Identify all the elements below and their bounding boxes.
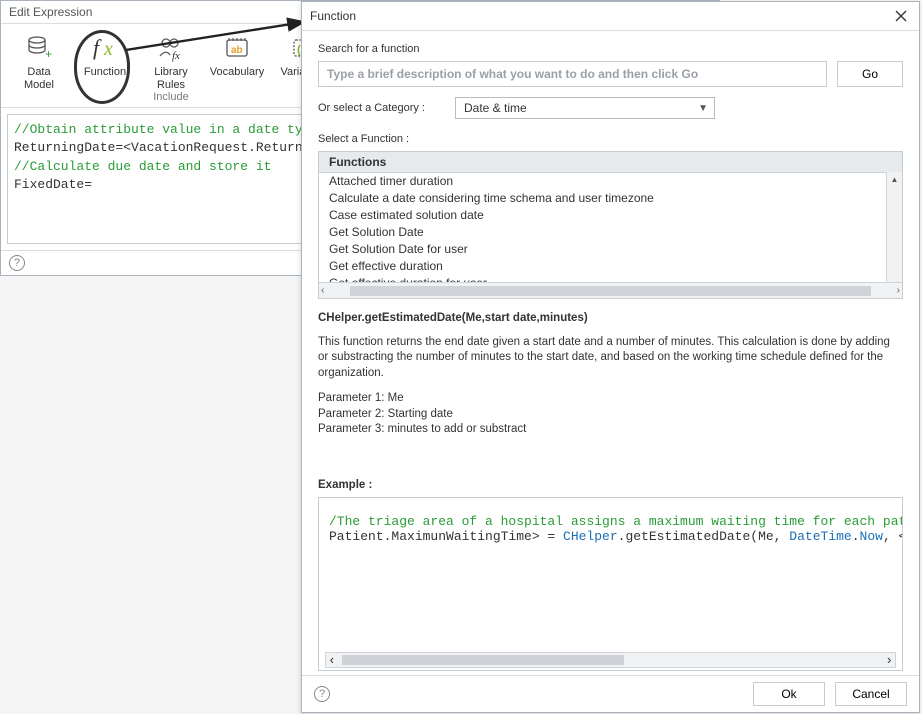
toolbar-library-rules[interactable]: fx Library Rules: [145, 32, 197, 91]
vocabulary-icon: ab: [221, 32, 253, 64]
function-param: Parameter 1: Me: [318, 391, 903, 407]
toolbar-data-model[interactable]: + Data Model: [13, 32, 65, 91]
example-horizontal-scrollbar[interactable]: ‹ ›: [325, 652, 896, 668]
chevron-down-icon: ▼: [698, 103, 708, 114]
list-vertical-scrollbar[interactable]: ▲: [886, 172, 902, 282]
close-icon: [895, 10, 907, 22]
example-dot: .: [852, 529, 860, 544]
cancel-button[interactable]: Cancel: [835, 682, 907, 706]
category-value: Date & time: [464, 101, 527, 115]
search-label: Search for a function: [318, 43, 903, 55]
svg-text:+: +: [45, 47, 52, 61]
ok-button[interactable]: Ok: [753, 682, 825, 706]
svg-text:ab: ab: [231, 45, 243, 56]
category-combobox[interactable]: Date & time ▼: [455, 97, 715, 119]
function-list-item[interactable]: Get Solution Date for user: [319, 241, 902, 258]
function-list-header: Functions: [319, 152, 902, 173]
function-list-item[interactable]: Get effective duration: [319, 258, 902, 275]
function-dialog-title: Function: [310, 9, 356, 23]
toolbar-label: Library Rules: [154, 66, 188, 91]
scroll-right-icon: ›: [885, 653, 893, 668]
svg-text:fx: fx: [172, 50, 180, 62]
function-list-item[interactable]: Attached timer duration: [319, 173, 902, 190]
help-icon[interactable]: ?: [314, 686, 330, 702]
code-comment: //Calculate due date and store it: [14, 159, 271, 174]
function-param: Parameter 3: minutes to add or substract: [318, 422, 903, 438]
toolbar-vocabulary[interactable]: ab Vocabulary: [211, 32, 263, 91]
toolbar-function[interactable]: f x Function: [79, 32, 131, 91]
category-label: Or select a Category :: [318, 102, 425, 114]
select-function-label: Select a Function :: [318, 133, 903, 145]
code-line: FixedDate=: [14, 177, 92, 192]
library-rules-icon: fx: [155, 32, 187, 64]
close-button[interactable]: [891, 6, 911, 26]
example-datetime: DateTime: [789, 529, 851, 544]
go-button[interactable]: Go: [837, 61, 903, 87]
list-horizontal-scrollbar[interactable]: ‹ ›: [319, 282, 902, 298]
example-code-prefix: Patient.MaximunWaitingTime> =: [329, 529, 563, 544]
toolbar-label: Vocabulary: [210, 66, 264, 79]
scroll-right-icon: ›: [897, 285, 900, 296]
toolbar-label: Data Model: [24, 66, 54, 91]
example-class: CHelper: [563, 529, 618, 544]
example-code-box: /The triage area of a hospital assigns a…: [318, 497, 903, 671]
function-dialog: Function Search for a function Go Or sel…: [301, 1, 920, 713]
toolbar-group-label: Include: [13, 91, 329, 103]
function-dialog-titlebar: Function: [302, 2, 919, 31]
function-param: Parameter 2: Starting date: [318, 407, 903, 423]
toolbar-label: Function: [84, 66, 126, 79]
example-label: Example :: [318, 479, 903, 491]
function-list-item[interactable]: Get Solution Date: [319, 224, 902, 241]
function-description-text: This function returns the end date given…: [318, 335, 903, 382]
scroll-up-icon: ▲: [887, 172, 902, 186]
scroll-thumb[interactable]: [342, 655, 625, 665]
search-input[interactable]: [318, 61, 827, 87]
fx-icon: f x: [89, 32, 121, 64]
svg-text:f: f: [93, 35, 102, 60]
example-tail: , <P: [883, 529, 903, 544]
database-icon: +: [23, 32, 55, 64]
example-comment: /The triage area of a hospital assigns a…: [329, 514, 903, 529]
scroll-left-icon: ‹: [321, 285, 324, 296]
example-now: Now: [860, 529, 883, 544]
toolbar-group-include: + Data Model f x Function: [13, 32, 329, 105]
function-signature: CHelper.getEstimatedDate(Me,start date,m…: [318, 311, 903, 327]
svg-text:x: x: [103, 38, 113, 60]
scroll-left-icon: ‹: [328, 653, 336, 668]
function-listbox: Functions Attached timer duration Calcul…: [318, 151, 903, 299]
function-list-item[interactable]: Calculate a date considering time schema…: [319, 190, 902, 207]
function-description: CHelper.getEstimatedDate(Me,start date,m…: [318, 311, 903, 471]
function-dialog-footer: ? Ok Cancel: [302, 675, 919, 712]
example-call: .getEstimatedDate(Me,: [618, 529, 790, 544]
function-list-item[interactable]: Get effective duration for user: [319, 275, 902, 282]
scroll-thumb[interactable]: [350, 286, 871, 296]
function-list-item[interactable]: Case estimated solution date: [319, 207, 902, 224]
help-icon[interactable]: ?: [9, 255, 25, 271]
